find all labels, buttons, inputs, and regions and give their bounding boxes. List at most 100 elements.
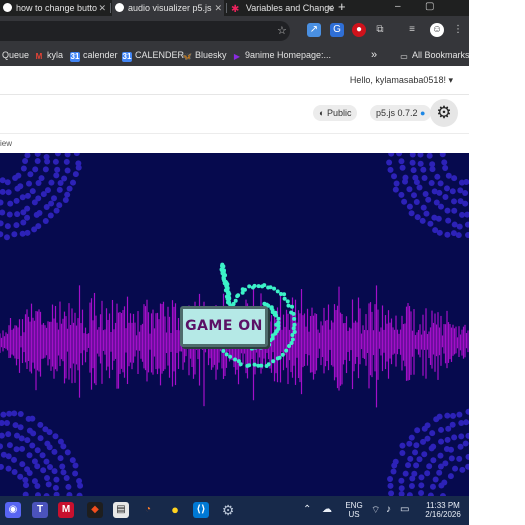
clock[interactable]: 11:33 PM 2/16/2026	[418, 501, 468, 519]
teams-icon[interactable]: T	[32, 502, 48, 518]
dot	[398, 191, 405, 198]
dot	[44, 474, 51, 481]
dot	[65, 483, 72, 490]
dot	[66, 185, 73, 192]
spiral-point	[219, 264, 224, 269]
spiral-point	[236, 293, 241, 298]
dot	[414, 214, 421, 221]
figma-icon[interactable]: ◆	[87, 502, 103, 518]
bookmarks-bar: Queue Mkyla 31 calender 31 CALENDER 🦋 Blues…	[0, 44, 469, 67]
close-icon[interactable]: ✕	[214, 0, 222, 16]
user-menu[interactable]: Hello, kylamasaba0518! ▾	[350, 75, 453, 86]
dot	[429, 483, 436, 490]
close-icon[interactable]: ✕	[326, 0, 334, 16]
dot	[12, 422, 19, 429]
lastpass-icon[interactable]: ●	[352, 23, 366, 37]
dot	[22, 157, 29, 164]
language-indicator[interactable]: ENG US	[343, 501, 365, 519]
dot	[7, 200, 14, 207]
gear-icon: ⚙	[436, 103, 452, 122]
sketch-canvas[interactable]: GAME ON	[0, 153, 469, 496]
battery-icon[interactable]: ▭	[400, 504, 409, 515]
bookmark-star-icon[interactable]: ☆	[277, 24, 287, 37]
visibility-toggle[interactable]: ◐ Public	[313, 105, 358, 121]
spiral-point	[282, 292, 287, 297]
profile-avatar[interactable]: ☺	[430, 23, 444, 37]
dot	[419, 217, 426, 224]
maximize-button[interactable]: ▢	[425, 0, 434, 14]
bookmarks-overflow[interactable]: »	[371, 44, 377, 66]
spiral-point	[224, 352, 229, 357]
tab-audio-visualizer[interactable]: audio visualizer p5.js ✕	[112, 0, 224, 16]
dot	[11, 468, 18, 475]
editor-toolbar: ◐ Public p5.js 0.7.2 ●	[0, 95, 469, 133]
mcafee-icon[interactable]: M	[58, 502, 74, 518]
dot	[399, 449, 406, 456]
bookmark-9anime[interactable]: ▶ 9anime Homepage:...	[232, 44, 331, 66]
notepad-icon[interactable]: ▤	[113, 502, 129, 518]
game-on-button[interactable]: GAME ON	[180, 306, 268, 347]
dot	[442, 460, 449, 467]
bookmark-queue[interactable]: Queue	[2, 44, 29, 66]
volume-icon[interactable]: ♪	[386, 504, 391, 515]
dot	[430, 443, 437, 450]
menu-kebab-icon[interactable]: ⋮	[451, 23, 465, 37]
preview-label: iew	[0, 139, 13, 148]
settings-gear-button[interactable]: ⚙	[430, 99, 458, 127]
dot	[31, 226, 38, 233]
dot	[413, 462, 420, 469]
reading-list-icon[interactable]: ≡	[405, 23, 419, 37]
dot	[393, 180, 400, 187]
version-label: p5.js 0.7.2	[376, 108, 418, 118]
dot	[24, 214, 31, 221]
extension-arrow-icon[interactable]: ↗	[307, 23, 321, 37]
version-button[interactable]: p5.js 0.7.2 ●	[370, 105, 432, 121]
dot	[439, 153, 446, 158]
bookmark-calender-caps[interactable]: 31 CALENDER	[122, 44, 184, 66]
dot	[62, 197, 69, 204]
dot	[432, 476, 439, 483]
dot	[33, 211, 40, 218]
blender-icon[interactable]: ◔	[140, 502, 156, 518]
tab-how-to-change-button[interactable]: how to change butto ✕	[0, 0, 108, 16]
time-text: 11:33 PM	[426, 501, 460, 510]
dot	[0, 220, 4, 227]
translate-icon[interactable]: G	[330, 23, 344, 37]
dot	[456, 411, 463, 418]
discord-icon[interactable]: ◉	[5, 502, 21, 518]
all-bookmarks[interactable]: ▭ All Bookmarks	[399, 44, 469, 66]
dot	[391, 173, 398, 180]
dot	[422, 191, 429, 198]
vscode-icon[interactable]: ⟨⟩	[193, 502, 209, 518]
duck-icon[interactable]: ●	[167, 502, 183, 518]
bookmark-kyla[interactable]: Mkyla	[34, 44, 63, 66]
dot	[35, 179, 42, 186]
tab-variables-and-change[interactable]: ✱ Variables and Change ✕	[228, 0, 336, 16]
dot	[0, 432, 5, 439]
close-icon[interactable]: ✕	[98, 0, 106, 16]
extensions-puzzle-icon[interactable]: ⧉	[373, 23, 387, 37]
dot	[414, 427, 421, 434]
dot	[438, 438, 445, 445]
dot	[47, 463, 54, 470]
dot	[401, 198, 408, 205]
wifi-icon[interactable]: ⌔	[371, 504, 380, 517]
dot	[12, 175, 19, 182]
dot	[418, 482, 425, 489]
calendar-icon: 31	[122, 52, 132, 62]
new-tab-button[interactable]: +	[338, 0, 346, 14]
chevron-up-icon[interactable]: ⌃	[303, 504, 311, 515]
folder-icon: ▭	[400, 52, 408, 61]
address-bar[interactable]: ☆	[0, 21, 290, 41]
bookmark-calender[interactable]: 31 calender	[70, 44, 118, 66]
dot	[387, 482, 394, 489]
dot	[451, 207, 458, 214]
settings-icon[interactable]: ⚙	[220, 502, 236, 518]
dot	[448, 446, 455, 453]
bluesky-icon: 🦋	[182, 52, 192, 61]
minimize-button[interactable]: –	[395, 0, 401, 14]
dot	[417, 160, 424, 167]
cloud-icon[interactable]: ☁	[322, 504, 332, 515]
bookmark-bluesky[interactable]: 🦋 Bluesky	[182, 44, 227, 66]
spiral-point	[252, 362, 257, 367]
